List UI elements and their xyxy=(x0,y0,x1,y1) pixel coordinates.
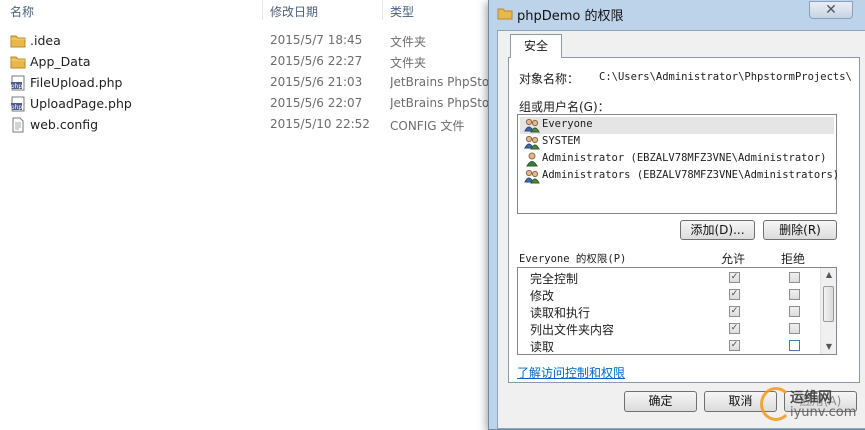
svg-text:php: php xyxy=(11,104,23,111)
user-name: Administrator (EBZALV78MFZ3VNE\Administr… xyxy=(542,152,827,164)
file-row[interactable]: web.config 2015/5/10 22:52 CONFIG 文件 xyxy=(0,115,500,135)
file-date: 2015/5/6 22:27 xyxy=(270,54,363,68)
file-type: CONFIG 文件 xyxy=(390,119,465,133)
add-button[interactable]: 添加(D)... xyxy=(680,220,755,240)
permissions-list: 完全控制 ✓ 修改 ✓ 读取和执行 ✓ 列出文件夹内容 ✓ 读取 ✓ ▲ ▼ xyxy=(517,267,837,355)
folder-icon xyxy=(10,33,26,49)
scroll-up-arrow-icon[interactable]: ▲ xyxy=(821,268,837,282)
security-tab-panel: 对象名称： C:\Users\Administrator\PhpstormPro… xyxy=(508,57,860,383)
file-name: web.config xyxy=(30,117,99,132)
file-type: JetBrains PhpStorm xyxy=(390,96,500,110)
user-name: Everyone xyxy=(542,118,593,130)
permission-row: 修改 ✓ xyxy=(518,286,820,303)
allow-checkbox[interactable]: ✓ xyxy=(729,306,740,317)
user-list-item[interactable]: Administrators (EBZALV78MFZ3VNE\Administ… xyxy=(520,168,839,185)
scroll-thumb[interactable] xyxy=(823,286,834,322)
group-users-label: 组或用户名(G)： xyxy=(519,100,610,114)
allow-checkbox[interactable]: ✓ xyxy=(729,323,740,334)
file-name: .idea xyxy=(30,33,61,48)
user-icon xyxy=(524,152,540,167)
site-watermark: 运维网 iyunv.com xyxy=(760,385,860,425)
permission-name: 读取和执行 xyxy=(530,306,591,320)
object-name-label: 对象名称： xyxy=(519,72,580,86)
column-date-header[interactable]: 修改日期 xyxy=(270,3,318,20)
deny-checkbox[interactable] xyxy=(789,340,800,351)
object-name-value: C:\Users\Administrator\PhpstormProjects\ xyxy=(599,71,852,83)
deny-checkbox[interactable] xyxy=(789,289,800,300)
file-row[interactable]: App_Data 2015/5/6 22:27 文件夹 xyxy=(0,52,500,72)
user-list-item[interactable]: Administrator (EBZALV78MFZ3VNE\Administr… xyxy=(520,151,834,168)
file-type: 文件夹 xyxy=(390,56,427,70)
deny-checkbox[interactable] xyxy=(789,306,800,317)
file-name: App_Data xyxy=(30,54,91,69)
config-file-icon xyxy=(10,117,26,133)
dialog-client-area: 安全 对象名称： C:\Users\Administrator\Phpstorm… xyxy=(497,30,865,429)
deny-column-header: 拒绝 xyxy=(781,252,806,266)
permission-row: 列出文件夹内容 ✓ xyxy=(518,320,820,337)
folder-icon xyxy=(10,54,26,70)
scroll-down-arrow-icon[interactable]: ▼ xyxy=(821,340,837,354)
group-icon xyxy=(524,135,540,150)
column-name-header[interactable]: 名称 xyxy=(10,3,34,20)
allow-checkbox[interactable]: ✓ xyxy=(729,272,740,283)
file-date: 2015/5/10 22:52 xyxy=(270,117,370,131)
column-divider[interactable] xyxy=(262,0,263,20)
watermark-url: iyunv.com xyxy=(790,405,857,420)
tab-security[interactable]: 安全 xyxy=(510,34,562,58)
watermark-logo-icon xyxy=(760,387,792,421)
permission-row: 读取和执行 ✓ xyxy=(518,303,820,320)
file-name: UploadPage.php xyxy=(30,96,132,111)
user-name: Administrators (EBZALV78MFZ3VNE\Administ… xyxy=(542,169,840,181)
file-name: FileUpload.php xyxy=(30,75,123,90)
file-row[interactable]: php FileUpload.php 2015/5/6 21:03 JetBrains… xyxy=(0,73,500,93)
permission-row: 读取 ✓ xyxy=(518,337,820,354)
user-name: SYSTEM xyxy=(542,135,580,147)
group-icon xyxy=(524,118,540,133)
user-list-item[interactable]: SYSTEM xyxy=(520,134,834,151)
file-date: 2015/5/6 22:07 xyxy=(270,96,363,110)
permission-name: 列出文件夹内容 xyxy=(530,323,615,337)
access-control-help-link[interactable]: 了解访问控制和权限 xyxy=(517,364,625,381)
permission-name: 读取 xyxy=(530,340,555,354)
dialog-titlebar[interactable]: phpDemo 的权限 ✕ xyxy=(489,0,865,30)
permissions-dialog: phpDemo 的权限 ✕ 安全 对象名称： C:\Users\Administ… xyxy=(488,0,865,430)
file-date: 2015/5/7 18:45 xyxy=(270,33,363,47)
folder-icon xyxy=(497,8,513,20)
column-divider[interactable] xyxy=(382,0,383,20)
allow-column-header: 允许 xyxy=(721,252,746,266)
svg-text:php: php xyxy=(11,83,23,90)
permissions-scrollbar[interactable]: ▲ ▼ xyxy=(820,268,836,354)
permission-name: 修改 xyxy=(530,289,555,303)
file-date: 2015/5/6 21:03 xyxy=(270,75,363,89)
close-button[interactable]: ✕ xyxy=(809,1,853,19)
permission-row: 完全控制 ✓ xyxy=(518,269,820,286)
deny-checkbox[interactable] xyxy=(789,272,800,283)
deny-checkbox[interactable] xyxy=(789,323,800,334)
file-type: 文件夹 xyxy=(390,35,427,49)
php-file-icon: php xyxy=(10,75,26,91)
watermark-title: 运维网 xyxy=(790,390,832,406)
permission-name: 完全控制 xyxy=(530,272,579,286)
user-list-item[interactable]: Everyone xyxy=(520,117,834,134)
users-listbox[interactable]: Everyone SYSTEM Administrator (EBZALV78MFZ… xyxy=(517,114,839,214)
php-file-icon: php xyxy=(10,96,26,112)
remove-button[interactable]: 删除(R) xyxy=(763,220,837,240)
column-type-header[interactable]: 类型 xyxy=(390,3,414,20)
file-row[interactable]: php UploadPage.php 2015/5/6 22:07 JetBrains… xyxy=(0,94,500,114)
permissions-label: Everyone 的权限(P) xyxy=(519,253,627,265)
allow-checkbox[interactable]: ✓ xyxy=(729,340,740,351)
allow-checkbox[interactable]: ✓ xyxy=(729,289,740,300)
group-icon xyxy=(524,169,540,184)
dialog-title: phpDemo 的权限 xyxy=(517,9,624,24)
file-type: JetBrains PhpStorm xyxy=(390,75,500,89)
ok-button[interactable]: 确定 xyxy=(624,391,697,412)
file-row[interactable]: .idea 2015/5/7 18:45 文件夹 xyxy=(0,31,500,51)
